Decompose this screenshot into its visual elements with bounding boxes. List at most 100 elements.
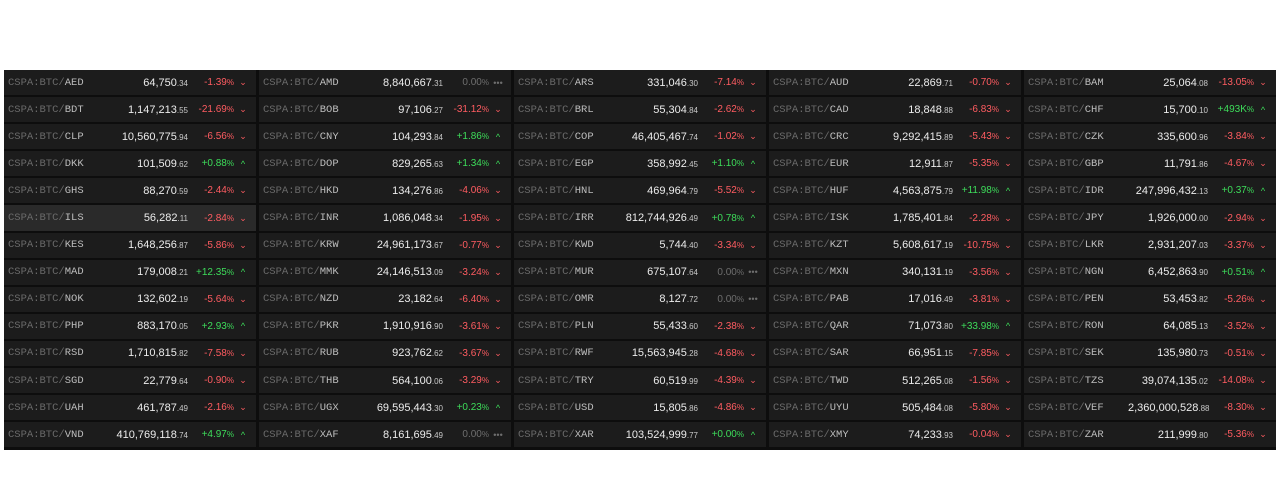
ticker-row[interactable]: CSPA:BTC/NZD 23,182.64 -6.40% ⌄ — [259, 286, 511, 312]
ticker-row[interactable]: CSPA:BTC/PKR 1,910,916.90 -3.61% ⌄ — [259, 313, 511, 339]
ticker-row[interactable]: CSPA:BTC/GBP 11,791.86 -4.67% ⌄ — [1024, 151, 1276, 177]
ticker-row[interactable]: CSPA:BTC/GHS 88,270.59 -2.44% ⌄ — [4, 178, 256, 204]
chevron-up-icon[interactable]: ^ — [234, 430, 252, 440]
ticker-row[interactable]: CSPA:BTC/CZK 335,600.96 -3.84% ⌄ — [1024, 124, 1276, 150]
ticker-row[interactable]: CSPA:BTC/RUB 923,762.62 -3.67% ⌄ — [259, 340, 511, 367]
chevron-down-icon[interactable]: ⌄ — [1254, 321, 1272, 332]
ticker-row[interactable]: CSPA:BTC/QAR 71,073.80 +33.98% ^ — [769, 313, 1021, 339]
ticker-row[interactable]: CSPA:BTC/SAR 66,951.15 -7.85% ⌄ — [769, 340, 1021, 367]
ticker-row[interactable]: CSPA:BTC/MAD 179,008.21 +12.35% ^ — [4, 259, 256, 285]
ticker-row[interactable]: CSPA:BTC/XAF 8,161,695.49 0.00% ••• — [259, 422, 511, 448]
chevron-down-icon[interactable]: ⌄ — [744, 240, 762, 251]
chevron-down-icon[interactable]: ⌄ — [744, 375, 762, 386]
chevron-down-icon[interactable]: ⌄ — [1254, 131, 1272, 142]
chevron-down-icon[interactable]: ⌄ — [744, 104, 762, 115]
chevron-down-icon[interactable]: ⌄ — [999, 429, 1017, 440]
chevron-up-icon[interactable]: ^ — [999, 321, 1017, 331]
chevron-up-icon[interactable]: ^ — [744, 430, 762, 440]
ticker-row[interactable]: CSPA:BTC/BRL 55,304.84 -2.62% ⌄ — [514, 97, 766, 123]
chevron-down-icon[interactable]: ⌄ — [234, 104, 252, 115]
ticker-row[interactable]: CSPA:BTC/CLP 10,560,775.94 -6.56% ⌄ — [4, 124, 256, 150]
ticker-row[interactable]: CSPA:BTC/AMD 8,840,667.31 0.00% ••• — [259, 70, 511, 96]
ticker-row[interactable]: CSPA:BTC/USD 15,805.86 -4.86% ⌄ — [514, 395, 766, 421]
ticker-row[interactable]: CSPA:BTC/JPY 1,926,000.00 -2.94% ⌄ — [1024, 205, 1276, 231]
chevron-up-icon[interactable]: ^ — [1254, 105, 1272, 115]
more-dots-icon[interactable]: ••• — [489, 430, 507, 440]
ticker-row[interactable]: CSPA:BTC/ZAR 211,999.80 -5.36% ⌄ — [1024, 422, 1276, 448]
chevron-down-icon[interactable]: ⌄ — [744, 402, 762, 413]
chevron-up-icon[interactable]: ^ — [744, 213, 762, 223]
chevron-down-icon[interactable]: ⌄ — [999, 77, 1017, 88]
ticker-row[interactable]: CSPA:BTC/NGN 6,452,863.90 +0.51% ^ — [1024, 259, 1276, 285]
chevron-down-icon[interactable]: ⌄ — [234, 348, 252, 359]
ticker-row[interactable]: CSPA:BTC/KWD 5,744.40 -3.34% ⌄ — [514, 232, 766, 258]
ticker-row[interactable]: CSPA:BTC/PAB 17,016.49 -3.81% ⌄ — [769, 286, 1021, 312]
ticker-row[interactable]: CSPA:BTC/KZT 5,608,617.19 -10.75% ⌄ — [769, 232, 1021, 258]
ticker-row[interactable]: CSPA:BTC/THB 564,100.06 -3.29% ⌄ — [259, 368, 511, 394]
chevron-down-icon[interactable]: ⌄ — [234, 131, 252, 142]
chevron-down-icon[interactable]: ⌄ — [999, 213, 1017, 224]
chevron-down-icon[interactable]: ⌄ — [999, 294, 1017, 305]
ticker-row[interactable]: CSPA:BTC/PHP 883,170.05 +2.93% ^ — [4, 313, 256, 339]
ticker-row[interactable]: CSPA:BTC/AED 64,750.34 -1.39% ⌄ — [4, 70, 256, 96]
chevron-down-icon[interactable]: ⌄ — [744, 77, 762, 88]
ticker-row[interactable]: CSPA:BTC/XAR 103,524,999.77 +0.00% ^ — [514, 422, 766, 448]
ticker-row[interactable]: CSPA:BTC/NOK 132,602.19 -5.64% ⌄ — [4, 286, 256, 312]
ticker-row[interactable]: CSPA:BTC/COP 46,405,467.74 -1.02% ⌄ — [514, 124, 766, 150]
ticker-row[interactable]: CSPA:BTC/MUR 675,107.64 0.00% ••• — [514, 259, 766, 285]
ticker-row[interactable]: CSPA:BTC/UYU 505,484.08 -5.80% ⌄ — [769, 395, 1021, 421]
chevron-down-icon[interactable]: ⌄ — [999, 375, 1017, 386]
more-dots-icon[interactable]: ••• — [744, 267, 762, 277]
ticker-row[interactable]: CSPA:BTC/AUD 22,869.71 -0.70% ⌄ — [769, 70, 1021, 96]
chevron-up-icon[interactable]: ^ — [234, 267, 252, 277]
ticker-row[interactable]: CSPA:BTC/IRR 812,744,926.49 +0.78% ^ — [514, 205, 766, 231]
chevron-down-icon[interactable]: ⌄ — [489, 321, 507, 332]
ticker-row[interactable]: CSPA:BTC/CRC 9,292,415.89 -5.43% ⌄ — [769, 124, 1021, 150]
chevron-down-icon[interactable]: ⌄ — [999, 240, 1017, 251]
ticker-row[interactable]: CSPA:BTC/LKR 2,931,207.03 -3.37% ⌄ — [1024, 232, 1276, 258]
ticker-row[interactable]: CSPA:BTC/UAH 461,787.49 -2.16% ⌄ — [4, 395, 256, 421]
chevron-down-icon[interactable]: ⌄ — [1254, 348, 1272, 359]
chevron-down-icon[interactable]: ⌄ — [999, 402, 1017, 413]
chevron-down-icon[interactable]: ⌄ — [489, 213, 507, 224]
ticker-row[interactable]: CSPA:BTC/CHF 15,700.10 +493K% ^ — [1024, 97, 1276, 123]
chevron-up-icon[interactable]: ^ — [744, 159, 762, 169]
chevron-up-icon[interactable]: ^ — [489, 159, 507, 169]
ticker-row[interactable]: CSPA:BTC/BAM 25,064.08 -13.05% ⌄ — [1024, 70, 1276, 96]
chevron-down-icon[interactable]: ⌄ — [744, 185, 762, 196]
more-dots-icon[interactable]: ••• — [744, 294, 762, 304]
chevron-down-icon[interactable]: ⌄ — [234, 77, 252, 88]
chevron-down-icon[interactable]: ⌄ — [1254, 402, 1272, 413]
chevron-down-icon[interactable]: ⌄ — [1254, 158, 1272, 169]
ticker-row[interactable]: CSPA:BTC/RSD 1,710,815.82 -7.58% ⌄ — [4, 340, 256, 367]
chevron-up-icon[interactable]: ^ — [234, 321, 252, 331]
ticker-row[interactable]: CSPA:BTC/SEK 135,980.73 -0.51% ⌄ — [1024, 340, 1276, 367]
chevron-down-icon[interactable]: ⌄ — [234, 240, 252, 251]
chevron-up-icon[interactable]: ^ — [489, 132, 507, 142]
ticker-row[interactable]: CSPA:BTC/TZS 39,074,135.02 -14.08% ⌄ — [1024, 368, 1276, 394]
ticker-row[interactable]: CSPA:BTC/TWD 512,265.08 -1.56% ⌄ — [769, 368, 1021, 394]
chevron-down-icon[interactable]: ⌄ — [999, 104, 1017, 115]
ticker-row[interactable]: CSPA:BTC/CAD 18,848.88 -6.83% ⌄ — [769, 97, 1021, 123]
chevron-down-icon[interactable]: ⌄ — [234, 402, 252, 413]
chevron-down-icon[interactable]: ⌄ — [489, 375, 507, 386]
chevron-down-icon[interactable]: ⌄ — [744, 321, 762, 332]
chevron-down-icon[interactable]: ⌄ — [999, 348, 1017, 359]
ticker-row[interactable]: CSPA:BTC/MXN 340,131.19 -3.56% ⌄ — [769, 259, 1021, 285]
chevron-down-icon[interactable]: ⌄ — [1254, 77, 1272, 88]
chevron-down-icon[interactable]: ⌄ — [1254, 213, 1272, 224]
ticker-row[interactable]: CSPA:BTC/CNY 104,293.84 +1.86% ^ — [259, 124, 511, 150]
chevron-down-icon[interactable]: ⌄ — [234, 185, 252, 196]
chevron-down-icon[interactable]: ⌄ — [1254, 429, 1272, 440]
chevron-up-icon[interactable]: ^ — [1254, 267, 1272, 277]
ticker-row[interactable]: CSPA:BTC/VEF 2,360,000,528.88 -8.30% ⌄ — [1024, 395, 1276, 421]
ticker-row[interactable]: CSPA:BTC/OMR 8,127.72 0.00% ••• — [514, 286, 766, 312]
more-dots-icon[interactable]: ••• — [489, 78, 507, 88]
chevron-up-icon[interactable]: ^ — [999, 186, 1017, 196]
ticker-row[interactable]: CSPA:BTC/INR 1,086,048.34 -1.95% ⌄ — [259, 205, 511, 231]
ticker-row[interactable]: CSPA:BTC/XMY 74,233.93 -0.04% ⌄ — [769, 422, 1021, 448]
ticker-row[interactable]: CSPA:BTC/TRY 60,519.99 -4.39% ⌄ — [514, 368, 766, 394]
chevron-down-icon[interactable]: ⌄ — [489, 348, 507, 359]
ticker-row[interactable]: CSPA:BTC/EGP 358,992.45 +1.10% ^ — [514, 151, 766, 177]
ticker-row[interactable]: CSPA:BTC/UGX 69,595,443.30 +0.23% ^ — [259, 395, 511, 421]
